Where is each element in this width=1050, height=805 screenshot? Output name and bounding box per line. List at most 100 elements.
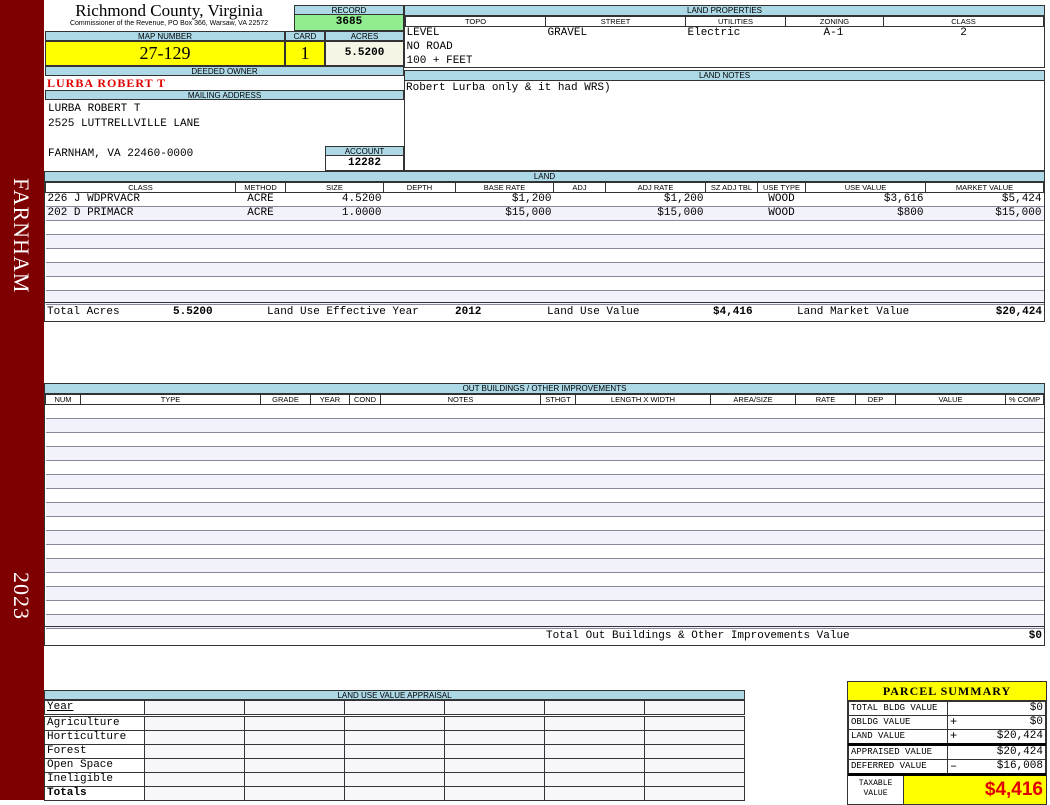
land-cell — [235, 220, 286, 235]
outbuilding-cell — [540, 432, 576, 447]
outbuilding-cell — [349, 572, 381, 587]
outbuilding-cell — [1005, 600, 1044, 615]
outbuilding-cell — [310, 516, 350, 531]
land-col-header: SZ ADJ TBL — [705, 182, 758, 193]
year-label: 2023 — [9, 572, 34, 620]
town-label: FARNHAM — [9, 178, 34, 294]
outbuilding-cell — [710, 544, 796, 559]
land-use-appraisal-title: LAND USE VALUE APPRAISAL — [44, 690, 745, 700]
outbuilding-cell — [310, 530, 350, 545]
land-use-row: Year — [44, 700, 745, 717]
outbuilding-cell — [575, 488, 711, 503]
land-use-row: Horticulture — [44, 730, 745, 745]
land-row — [45, 248, 1044, 263]
outbuilding-cell — [710, 404, 796, 419]
parcel-summary: PARCEL SUMMARY TOTAL BLDG VALUE $0 OBLDG V… — [847, 681, 1047, 805]
land-cell — [553, 276, 606, 291]
land-cell — [383, 276, 456, 291]
summary-operator: + — [947, 715, 962, 730]
land-properties-title: LAND PROPERTIES — [405, 6, 1044, 16]
outbuilding-cell — [575, 474, 711, 489]
land-cell — [757, 248, 806, 263]
outbuilding-cell — [45, 460, 81, 475]
outbuilding-col-header: % COMP — [1005, 394, 1044, 405]
outbuilding-cell — [1005, 432, 1044, 447]
land-use-cell — [544, 786, 645, 801]
land-use-cell — [644, 786, 745, 801]
land-use-cell — [444, 786, 545, 801]
land-use-cell — [344, 715, 445, 731]
outbuilding-cell — [795, 544, 856, 559]
land-cell — [45, 276, 236, 291]
outbuilding-cell — [895, 572, 1006, 587]
record-label: RECORD — [294, 5, 404, 15]
col-zoning: ZONING — [785, 16, 884, 27]
outbuilding-cell — [575, 446, 711, 461]
land-use-row: Open Space — [44, 758, 745, 773]
land-cell: $15,000 — [605, 206, 706, 221]
outbuilding-cell — [80, 516, 261, 531]
land-use-cell — [644, 758, 745, 773]
outbuilding-cell — [349, 558, 381, 573]
land-cell — [605, 262, 706, 277]
outbuilding-cell — [45, 572, 81, 587]
outbuilding-cell — [795, 460, 856, 475]
outbuilding-cell — [1005, 558, 1044, 573]
summary-value: $0 — [961, 715, 1046, 730]
outbuilding-cell — [795, 432, 856, 447]
outbuilding-cell — [540, 460, 576, 475]
land-title: LAND — [45, 172, 1044, 182]
land-use-cell — [244, 772, 345, 787]
land-cell — [757, 234, 806, 249]
street-value: GRAVEL — [547, 27, 588, 40]
outbuilding-cell — [349, 418, 381, 433]
land-use-cell — [444, 744, 545, 759]
outbuilding-row — [45, 586, 1044, 601]
land-use-label: Totals — [44, 786, 145, 801]
outbuilding-col-header: RATE — [795, 394, 856, 405]
outbuildings-total-label: Total Out Buildings & Other Improvements… — [546, 630, 850, 642]
outbuilding-cell — [80, 460, 261, 475]
land-cell: ACRE — [235, 206, 286, 221]
land-use-cell — [144, 772, 245, 787]
outbuilding-cell — [349, 502, 381, 517]
outbuilding-cell — [895, 488, 1006, 503]
land-cell — [553, 234, 606, 249]
outbuilding-cell — [575, 586, 711, 601]
outbuilding-cell — [795, 586, 856, 601]
land-use-cell — [644, 744, 745, 759]
account-number: 12282 — [325, 156, 404, 171]
land-cell — [705, 276, 758, 291]
outbuilding-cell — [575, 460, 711, 475]
outbuilding-row — [45, 530, 1044, 545]
address-line: 2525 LUTTRELLVILLE LANE — [48, 118, 200, 130]
outbuilding-row — [45, 600, 1044, 615]
header: Richmond County, Virginia Commissioner o… — [45, 2, 293, 28]
outbuilding-cell — [260, 586, 311, 601]
land-use-cell — [644, 730, 745, 745]
outbuilding-cell — [540, 418, 576, 433]
outbuilding-cell — [540, 572, 576, 587]
outbuilding-cell — [80, 572, 261, 587]
zoning-value: A-1 — [823, 27, 844, 40]
land-cell — [925, 234, 1044, 249]
land-use-label: Horticulture — [44, 730, 145, 745]
outbuilding-cell — [380, 600, 541, 615]
land-cell — [235, 234, 286, 249]
map-number-label: MAP NUMBER — [45, 31, 285, 41]
summary-value: $20,424 — [961, 729, 1046, 746]
land-col-header: METHOD — [235, 182, 286, 193]
summary-value: $20,424 — [961, 744, 1046, 760]
land-cell — [235, 248, 286, 263]
land-notes-text: Robert Lurba only & it had WRS) — [406, 82, 611, 94]
outbuilding-cell — [260, 502, 311, 517]
outbuilding-cell — [855, 502, 896, 517]
outbuilding-cell — [380, 558, 541, 573]
land-cell — [383, 206, 456, 221]
sidebar: FARNHAM 2023 — [0, 0, 44, 800]
summary-row: LAND VALUE + $20,424 — [848, 729, 1046, 746]
outbuilding-cell — [855, 530, 896, 545]
outbuilding-cell — [260, 446, 311, 461]
outbuilding-cell — [80, 432, 261, 447]
outbuilding-cell — [349, 544, 381, 559]
